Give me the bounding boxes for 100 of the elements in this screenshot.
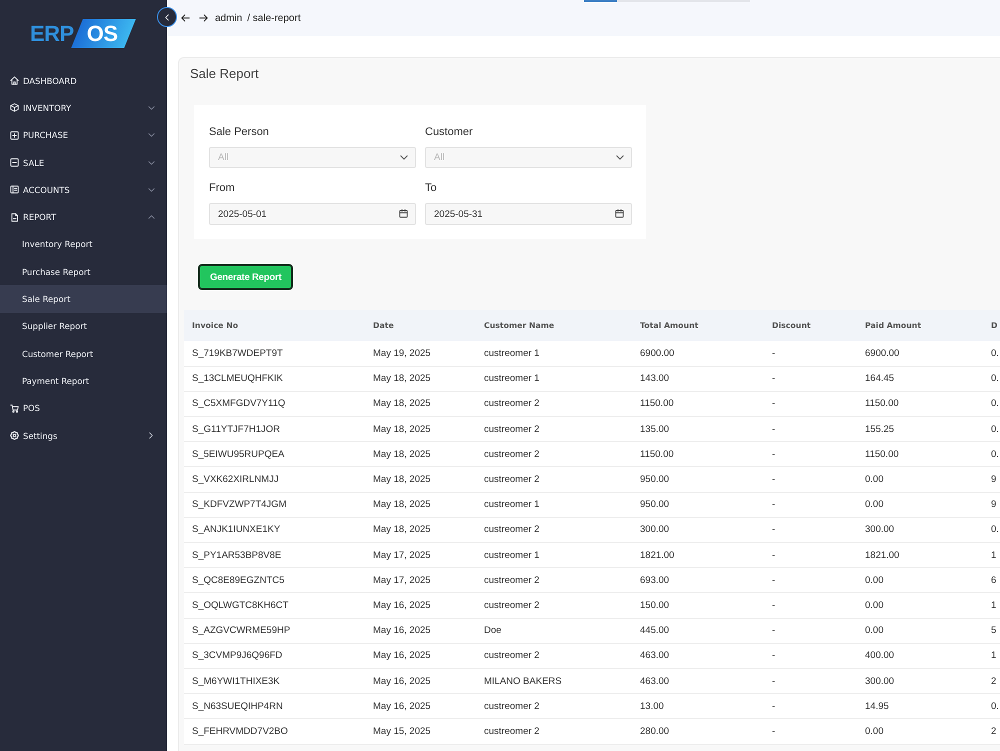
table-cell: May 18, 2025	[365, 517, 476, 542]
nav-subitem[interactable]: Payment Report	[0, 367, 167, 395]
field-label: Customer	[425, 125, 473, 139]
table-cell: -	[764, 341, 857, 366]
table-cell: 0.00	[857, 718, 984, 744]
table-cell: 0.	[984, 416, 1000, 442]
table-cell: 2	[984, 668, 1000, 694]
table-cell: S_ANJK1IUNXE1KY	[184, 517, 365, 542]
table-cell: 0.00	[857, 568, 984, 593]
table-cell: -	[764, 466, 857, 492]
date-field[interactable]: 2025-05-31	[425, 203, 632, 225]
table-cell: -	[764, 668, 857, 694]
nav-item[interactable]: Settings	[0, 422, 167, 450]
nav-subitem[interactable]: Customer Report	[0, 340, 167, 368]
table-cell: 164.45	[857, 366, 984, 392]
breadcrumb-link[interactable]: admin	[215, 12, 242, 24]
table-cell: -	[764, 694, 857, 719]
nav-item[interactable]: POS	[0, 394, 167, 422]
dropdown-field[interactable]: All	[209, 147, 416, 168]
table-cell: S_3CVMP9J6Q96FD	[184, 643, 365, 668]
table-cell: 0.00	[857, 618, 984, 644]
table-cell: custreomer 2	[476, 568, 632, 593]
table-cell: 0.	[984, 517, 1000, 542]
table-cell: -	[764, 643, 857, 668]
table-cell: S_5EIWU95RUPQEA	[184, 442, 365, 467]
chevron-left-icon	[165, 14, 169, 20]
table-cell: custreomer 2	[476, 442, 632, 467]
nav-subitem[interactable]: Inventory Report	[0, 230, 167, 258]
table-cell: S_FEHRVMDD7V2BO	[184, 718, 365, 744]
table-cell: 135.00	[632, 416, 764, 442]
table-cell: 463.00	[632, 643, 764, 668]
table-cell: custreomer 1	[476, 492, 632, 518]
table-cell: 280.00	[632, 718, 764, 744]
breadcrumb-path: / sale-report	[247, 12, 301, 24]
table-cell: 1150.00	[857, 442, 984, 467]
table-cell: 6900.00	[857, 341, 984, 366]
table-cell: S_AZGVCWRME59HP	[184, 618, 365, 644]
nav-item[interactable]: PURCHASE	[0, 122, 167, 149]
table-cell: Doe	[476, 618, 632, 644]
table-cell: -	[764, 718, 857, 744]
arrow-right-icon[interactable]	[199, 14, 208, 22]
table-cell: May 16, 2025	[365, 592, 476, 618]
table-cell: 445.00	[632, 618, 764, 644]
table-cell: 0.	[984, 341, 1000, 366]
arrow-left-icon[interactable]	[181, 14, 190, 22]
table-cell: S_719KB7WDEPT9T	[184, 341, 365, 366]
table-cell: custreomer 1	[476, 341, 632, 366]
table-cell: May 18, 2025	[365, 492, 476, 518]
table-cell: 5	[984, 618, 1000, 644]
table-cell: May 18, 2025	[365, 366, 476, 392]
nav-subitem[interactable]: Supplier Report	[0, 312, 167, 340]
table-cell: May 16, 2025	[365, 618, 476, 644]
table-cell: 300.00	[857, 668, 984, 694]
date-field[interactable]: 2025-05-01	[209, 203, 416, 225]
field-label: From	[209, 181, 235, 195]
table-cell: May 17, 2025	[365, 568, 476, 593]
table-cell: -	[764, 366, 857, 392]
table-cell: 0.00	[857, 592, 984, 618]
nav-item[interactable]: SALE	[0, 148, 167, 176]
nav-item[interactable]: ACCOUNTS	[0, 176, 167, 204]
dropdown-field[interactable]: All	[425, 147, 632, 168]
table-cell: 463.00	[632, 668, 764, 694]
table-cell: -	[764, 492, 857, 518]
cart-icon	[10, 404, 19, 413]
settings-icon	[10, 431, 19, 440]
table-cell: 1150.00	[632, 442, 764, 467]
table-cell: -	[764, 542, 857, 568]
table-cell: S_PY1AR53BP8V8E	[184, 542, 365, 568]
table-cell: May 18, 2025	[365, 442, 476, 467]
field-label: Sale Person	[209, 125, 269, 139]
table-cell: 693.00	[632, 568, 764, 593]
table-cell: 6900.00	[632, 341, 764, 366]
calendar-icon	[399, 209, 408, 218]
table-cell: 1150.00	[857, 391, 984, 417]
table-cell: 6	[984, 568, 1000, 593]
nav-subitem[interactable]: Purchase Report	[0, 258, 167, 286]
table-cell: 155.25	[857, 416, 984, 442]
nav-item[interactable]: REPORT	[0, 203, 167, 231]
table-cell: -	[764, 592, 857, 618]
file-icon	[10, 212, 19, 222]
table-cell: 2	[984, 718, 1000, 744]
table-cell: 9	[984, 492, 1000, 518]
table-cell: 9	[984, 466, 1000, 492]
table-cell: custreomer 1	[476, 366, 632, 392]
table-cell: 300.00	[857, 517, 984, 542]
table-cell: custreomer 2	[476, 391, 632, 417]
table-cell: 1	[984, 542, 1000, 568]
nav-item[interactable]: INVENTORY	[0, 94, 167, 122]
nav-subitem[interactable]: Sale Report	[0, 285, 167, 313]
minus-square-icon	[10, 158, 19, 168]
table-cell: May 18, 2025	[365, 391, 476, 417]
table-cell: 0.00	[857, 466, 984, 492]
table-cell: custreomer 2	[476, 643, 632, 668]
nav-item[interactable]: DASHBOARD	[0, 67, 167, 94]
table-cell: S_KDFVZWP7T4JGM	[184, 492, 365, 518]
table-cell: 300.00	[632, 517, 764, 542]
table-cell: S_G11YTJF7H1JOR	[184, 416, 365, 442]
table-cell: MILANO BAKERS	[476, 668, 632, 694]
table-cell: custreomer 2	[476, 694, 632, 719]
table-cell: May 17, 2025	[365, 542, 476, 568]
